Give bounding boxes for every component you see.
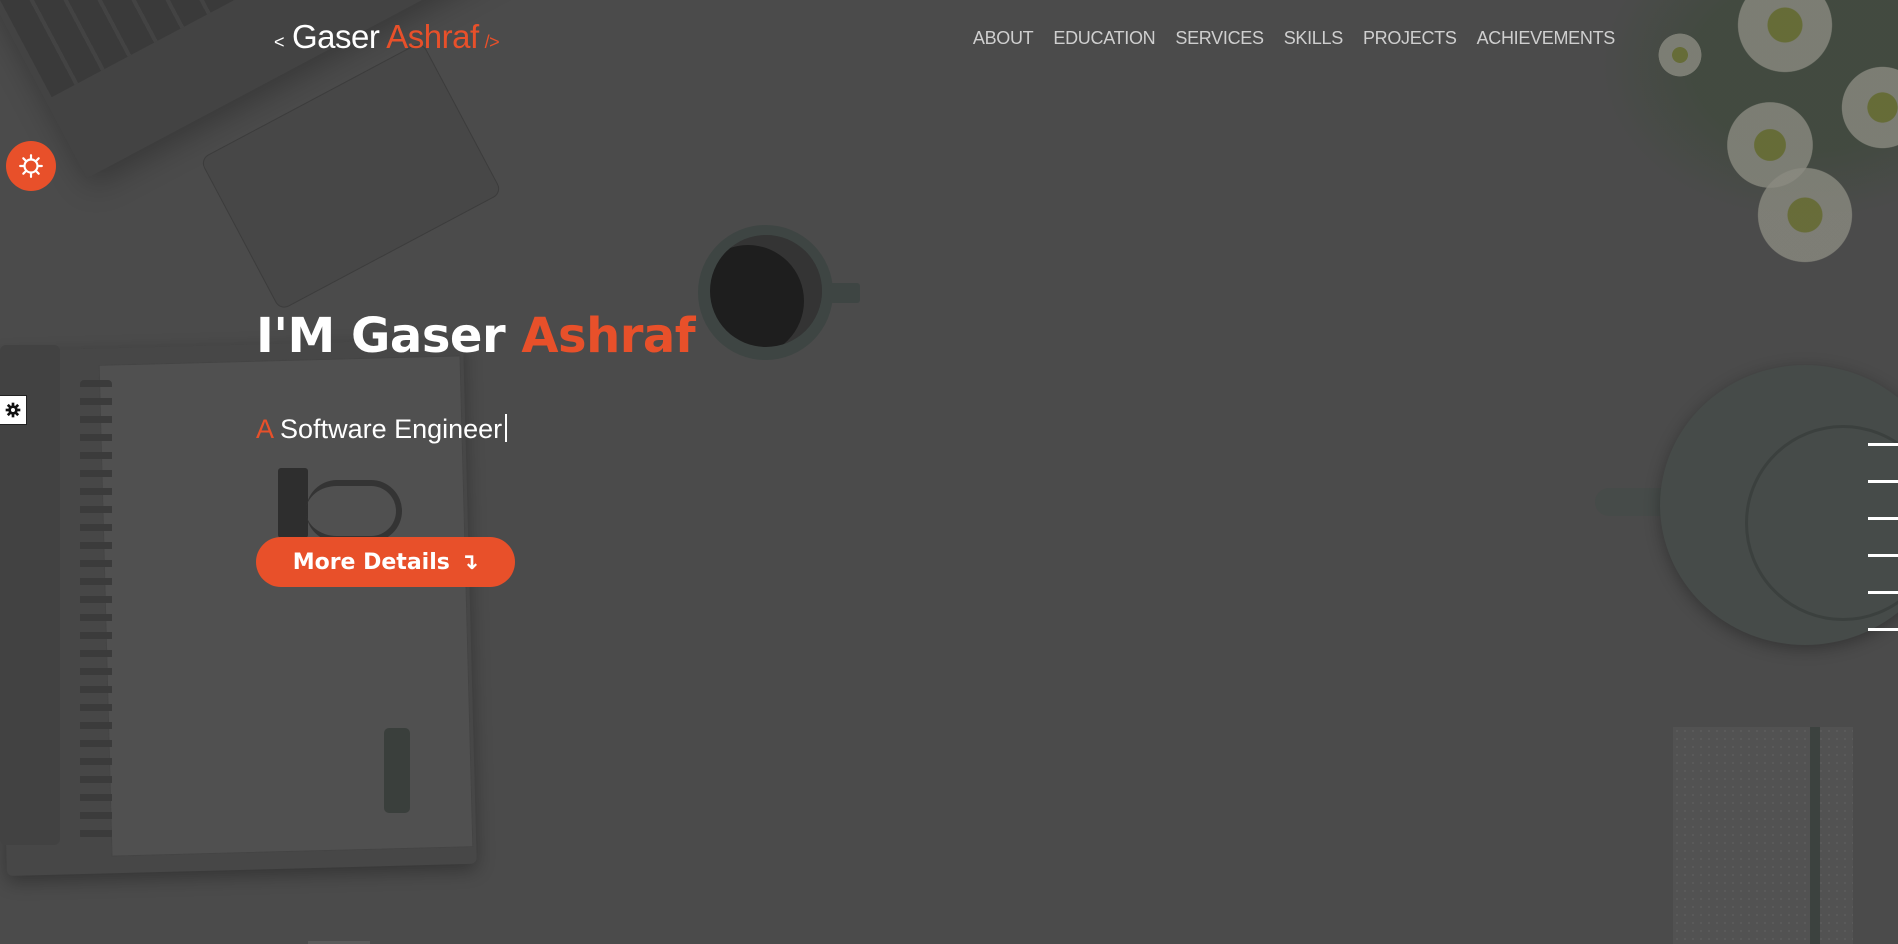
section-indicator-line[interactable] [1868, 591, 1898, 594]
nav-item-projects[interactable]: PROJECTS [1363, 28, 1457, 49]
more-details-label: More Details [292, 549, 450, 575]
section-indicator-line[interactable] [1868, 554, 1898, 557]
settings-button[interactable] [6, 141, 56, 191]
hero-title-accent: Ashraf [521, 308, 696, 364]
nav-item-services[interactable]: SERVICES [1175, 28, 1264, 49]
coffee-decoration [710, 235, 822, 347]
brand-logo[interactable]: < Gaser Ashraf/> [274, 18, 500, 56]
hero-subtitle: A Software Engineer [256, 414, 508, 445]
theme-settings-toggle[interactable] [0, 395, 27, 425]
notepad-strap-decoration [1810, 727, 1820, 944]
hero-subtitle-text: Software Engineer [280, 414, 503, 444]
flower-decoration [1750, 160, 1860, 270]
section-indicator-line[interactable] [1868, 443, 1898, 446]
notebook-spiral-decoration [80, 380, 112, 840]
arrow-down-icon: ↴ [459, 549, 479, 575]
binder-clip-decoration [278, 468, 308, 538]
nav-item-about[interactable]: ABOUT [973, 28, 1034, 49]
notepad-decoration [1673, 727, 1853, 944]
eraser-decoration [384, 728, 410, 813]
nav-item-education[interactable]: EDUCATION [1053, 28, 1155, 49]
hero-title: I'M Gaser Ashraf [256, 308, 696, 364]
nav-item-achievements[interactable]: ACHIEVEMENTS [1477, 28, 1616, 49]
flower-decoration [1655, 30, 1705, 80]
page: < Gaser Ashraf/> ABOUT EDUCATION SERVICES… [0, 0, 1898, 944]
background-image [0, 0, 1898, 944]
more-details-button[interactable]: More Details ↴ [256, 537, 515, 587]
binder-clip-wire-decoration [306, 480, 402, 542]
brand-open-tag: < [274, 32, 285, 52]
hero-subtitle-accent: A [256, 414, 273, 444]
nav-item-skills[interactable]: SKILLS [1284, 28, 1344, 49]
main-nav: ABOUT EDUCATION SERVICES SKILLS PROJECTS… [973, 28, 1615, 49]
cup-handle-decoration [830, 283, 860, 303]
brand-close-tag: /> [484, 32, 500, 52]
typing-caret [505, 414, 508, 442]
hero-title-prefix: I'M Gaser [256, 308, 506, 364]
cog-icon [5, 402, 21, 418]
brand-last-name: Ashraf [386, 18, 479, 55]
gear-icon [19, 154, 43, 178]
section-indicator-line[interactable] [1868, 628, 1898, 631]
section-indicator-line[interactable] [1868, 480, 1898, 483]
section-indicator [1868, 443, 1898, 631]
section-indicator-line[interactable] [1868, 517, 1898, 520]
brand-first-name: Gaser [292, 18, 380, 55]
